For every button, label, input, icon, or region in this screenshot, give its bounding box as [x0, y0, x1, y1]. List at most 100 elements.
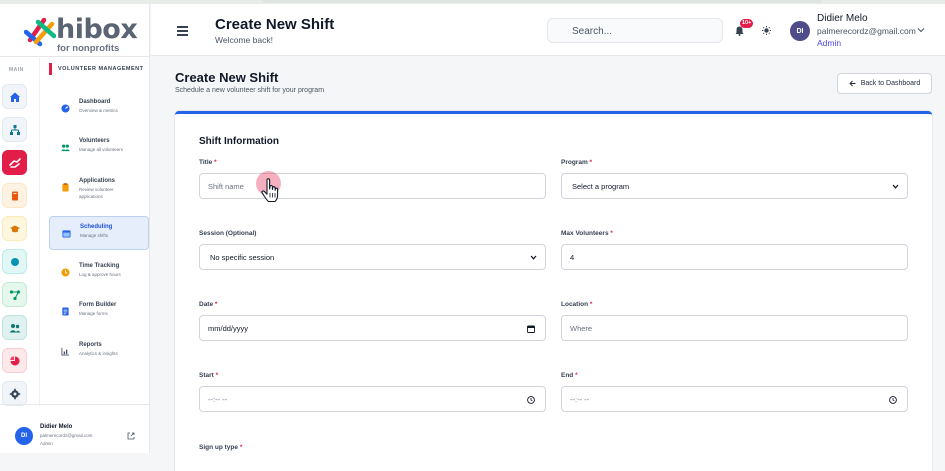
required-mark: *	[575, 372, 578, 379]
date-label-text: Date	[199, 301, 214, 308]
search-input[interactable]	[572, 24, 712, 38]
sidebar-item-subtitle: Manage all volunteers	[79, 147, 124, 152]
sidebar-item-title: Time Tracking	[79, 263, 120, 269]
chevron-down-icon	[892, 184, 899, 189]
rail-network-button[interactable]	[2, 282, 27, 307]
date-label: Date *	[199, 301, 217, 308]
start-label-text: Start	[199, 372, 214, 379]
required-mark: *	[214, 159, 217, 166]
sidebar-item-dashboard[interactable]: Dashboard Overview & metrics	[49, 92, 149, 126]
theme-toggle-icon[interactable]	[762, 26, 771, 35]
sidebar: hibox for nonprofits MAIN VOLUNTEER MANA…	[0, 4, 150, 453]
hierarchy-icon	[9, 124, 20, 135]
sidebar-item-subtitle: Review volunteer applications	[79, 187, 114, 199]
title-label-text: Title	[199, 159, 213, 166]
sidebar-item-subtitle: Overview & metrics	[79, 108, 118, 113]
clock-icon[interactable]	[889, 396, 897, 404]
globe-icon	[10, 257, 19, 266]
brand-logo[interactable]: hibox for nonprofits	[24, 14, 138, 54]
required-mark: *	[239, 444, 243, 451]
rail-label: MAIN	[9, 67, 24, 73]
start-time-input[interactable]: --:-- --	[199, 386, 546, 412]
rail-book-button[interactable]	[2, 183, 27, 208]
brand-name: hibox	[56, 14, 138, 45]
network-icon	[9, 289, 20, 300]
program-select[interactable]: Select a program	[561, 173, 908, 199]
top-pill	[262, 0, 822, 3]
program-label: Program *	[561, 159, 592, 166]
clipboard-icon	[62, 183, 69, 192]
location-label-text: Location	[561, 301, 589, 308]
arrow-left-icon	[849, 80, 856, 87]
team-icon	[9, 323, 20, 332]
sidebar-item-volunteers[interactable]: Volunteers Manage all volunteers	[49, 131, 149, 165]
rail-analytics-button[interactable]	[2, 348, 27, 373]
rail-settings-button[interactable]	[2, 381, 27, 406]
sidebar-item-title: Volunteers	[79, 138, 110, 144]
sidebar-user[interactable]: DI Didier Melo palmerecordz@gmail.com Ad…	[0, 404, 150, 453]
settings-gear-icon	[9, 388, 20, 399]
signup-type-label: Sign up type *	[199, 444, 242, 451]
rail-volunteer-button[interactable]	[2, 150, 27, 175]
brand-tagline: for nonprofits	[57, 43, 120, 54]
required-mark: *	[589, 159, 593, 166]
max-volunteers-value: 4	[570, 252, 575, 262]
external-link-icon[interactable]	[127, 432, 135, 440]
page-subtitle: Schedule a new volunteer shift for your …	[175, 87, 325, 94]
start-time-value: --:-- --	[208, 394, 228, 404]
dashboard-icon	[61, 104, 70, 113]
clock-icon	[61, 268, 70, 277]
title-input[interactable]: Shift name	[199, 173, 546, 199]
home-icon	[9, 92, 20, 102]
end-time-value: --:-- --	[570, 394, 590, 404]
rail-home-button[interactable]	[2, 84, 27, 109]
title-label: Title *	[199, 159, 217, 166]
back-button-label: Back to Dashboard	[860, 80, 921, 87]
clock-icon[interactable]	[527, 396, 535, 404]
sidebar-item-applications[interactable]: Applications Review volunteer applicatio…	[49, 171, 149, 205]
sidebar-item-title: Reports	[79, 342, 102, 348]
calendar-icon	[62, 230, 71, 238]
rail-globe-button[interactable]	[2, 249, 27, 274]
max-volunteers-label: Max Volunteers *	[561, 230, 613, 237]
header-user-email: palmerecordz@gmail.com	[817, 26, 916, 36]
header-title: Create New Shift	[215, 16, 335, 33]
sidebar-item-scheduling[interactable]: Scheduling Manage shifts	[49, 216, 149, 250]
required-mark: *	[589, 301, 593, 308]
max-label-text: Max Volunteers	[561, 230, 609, 237]
sidebar-item-subtitle: Manage forms	[79, 311, 108, 316]
session-select-value: No specific session	[210, 252, 275, 262]
chevron-down-icon	[530, 255, 537, 260]
form-section-title: Shift Information	[199, 136, 279, 147]
hibox-logo-icon	[24, 17, 56, 47]
notification-badge: 10+	[740, 19, 754, 28]
sidebar-item-reports[interactable]: Reports Analytics & insights	[49, 335, 149, 369]
page-title: Create New Shift	[175, 70, 279, 85]
menu-toggle-icon[interactable]	[177, 26, 188, 36]
title-placeholder: Shift name	[208, 181, 244, 191]
rail-org-button[interactable]	[2, 117, 27, 142]
header-avatar[interactable]: DI	[790, 21, 810, 41]
rail-team-button[interactable]	[2, 315, 27, 340]
required-mark: *	[214, 301, 218, 308]
location-input[interactable]: Where	[561, 315, 908, 341]
chart-icon	[61, 347, 70, 356]
sidebar-item-time-tracking[interactable]: Time Tracking Log & approve hours	[49, 256, 149, 290]
graduation-cap-icon	[9, 225, 20, 232]
search-box[interactable]	[547, 18, 723, 43]
chevron-down-icon[interactable]	[917, 27, 925, 33]
header-user-role: Admin	[817, 38, 842, 48]
max-volunteers-input[interactable]: 4	[561, 244, 908, 270]
back-to-dashboard-button[interactable]: Back to Dashboard	[837, 73, 932, 94]
end-time-input[interactable]: --:-- --	[561, 386, 908, 412]
book-icon	[11, 191, 18, 200]
date-value: mm/dd/yyyy	[208, 323, 249, 333]
sidebar-item-title: Form Builder	[79, 302, 117, 308]
rail-education-button[interactable]	[2, 216, 27, 241]
session-select[interactable]: No specific session	[199, 244, 546, 270]
sidebar-item-form-builder[interactable]: Form Builder Manage forms	[49, 295, 149, 329]
form-icon	[62, 307, 69, 316]
avatar: DI	[15, 427, 33, 445]
date-input[interactable]: mm/dd/yyyy	[199, 315, 546, 341]
calendar-icon[interactable]	[527, 325, 535, 333]
